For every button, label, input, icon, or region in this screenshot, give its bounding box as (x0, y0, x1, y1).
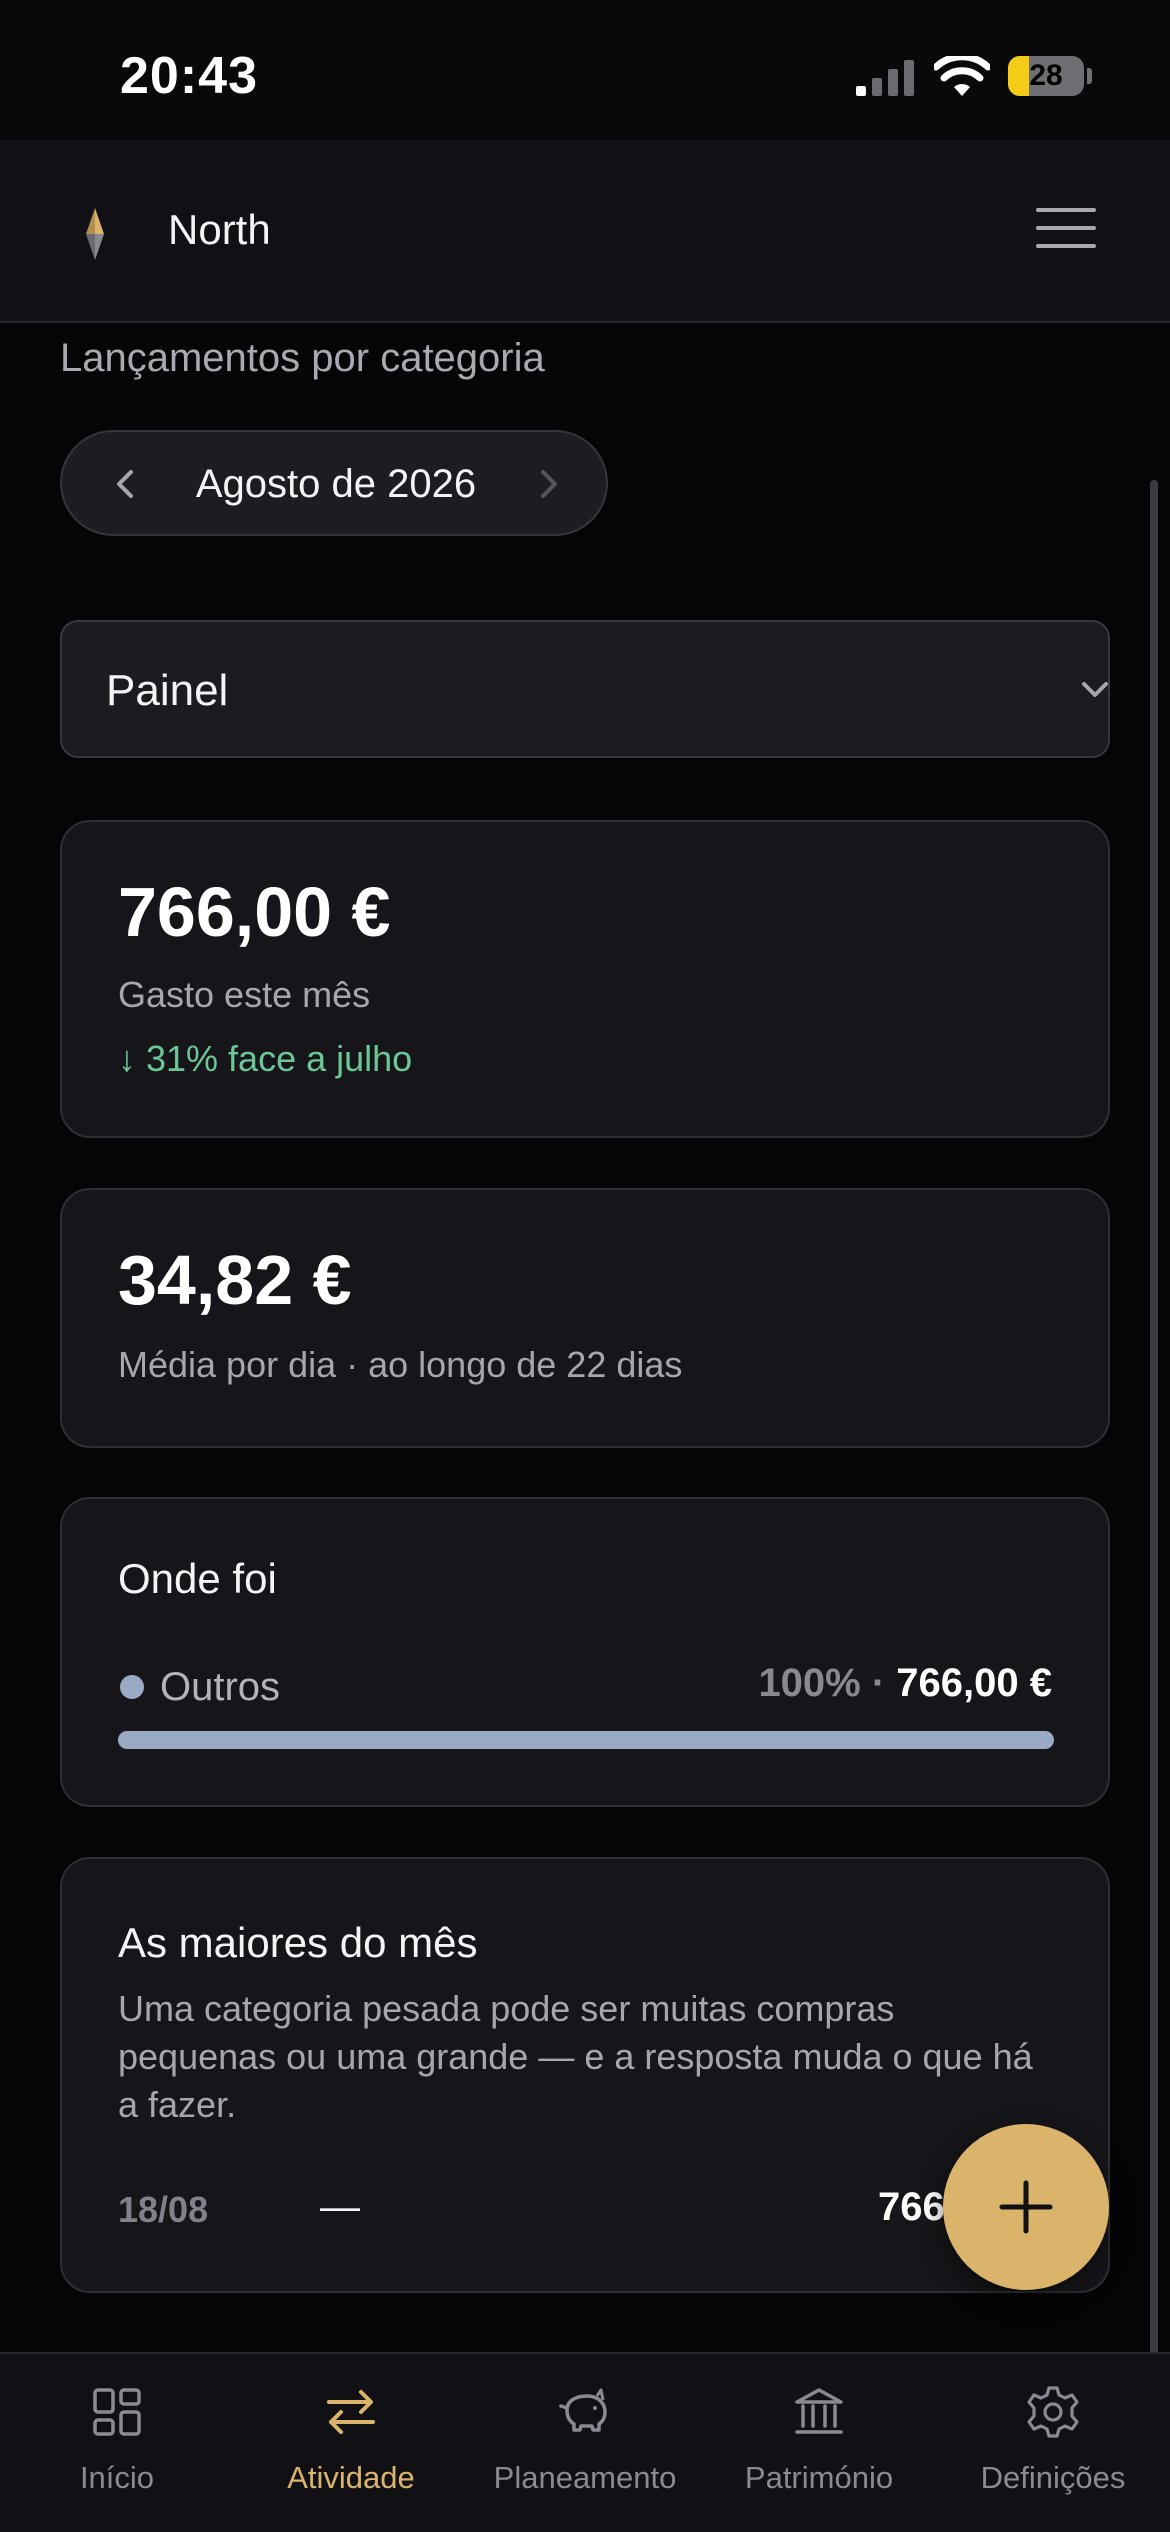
spent-trend: ↓ 31% face a julho (118, 1038, 413, 1079)
top-expenses-description: Uma categoria pesada pode ser muitas com… (118, 1988, 1033, 2125)
daily-average-label: Média por dia · ao longo de 22 dias (118, 1344, 683, 1385)
tab-label: Definições (980, 2460, 1126, 2495)
category-name: Outros (160, 1665, 281, 1709)
transaction-description: — (320, 2185, 360, 2229)
menu-button[interactable] (1036, 208, 1096, 258)
status-bar: 20:43 28 (0, 0, 1170, 140)
tab-inicio[interactable]: Início (0, 2354, 234, 2532)
arrows-exchange-icon (327, 2390, 375, 2434)
category-color-dot (120, 1675, 144, 1699)
page-subtitle: Lançamentos por categoria (60, 336, 545, 380)
battery-tip (1087, 68, 1092, 84)
chevron-left-icon[interactable] (106, 464, 146, 504)
tab-label: Início (79, 2460, 155, 2495)
spent-label: Gasto este mês (118, 974, 371, 1015)
tab-planeamento[interactable]: Planeamento (468, 2354, 702, 2532)
bank-icon (795, 2388, 843, 2434)
compass-logo-icon (86, 208, 104, 260)
status-time: 20:43 (120, 47, 258, 105)
tab-bar: Início Atividade Planeamento Património … (0, 2352, 1170, 2532)
app-title: North (168, 206, 271, 253)
tab-label: Atividade (287, 2460, 415, 2495)
hamburger-icon (1036, 208, 1096, 212)
battery-indicator: 28 (1008, 56, 1084, 96)
category-value: 100% · 766,00 € (758, 1661, 1052, 1706)
month-navigator: Agosto de 2026 (60, 430, 608, 536)
plus-icon (999, 2180, 1053, 2234)
category-bar-track (118, 1731, 1054, 1749)
where-card: Onde foi Outros 100% · 766,00 € (60, 1497, 1110, 1807)
tab-atividade[interactable]: Atividade (234, 2354, 468, 2532)
view-select[interactable]: Painel (60, 620, 1110, 758)
spent-card: 766,00 € Gasto este mês ↓ 31% face a jul… (60, 820, 1110, 1138)
add-transaction-button[interactable] (943, 2124, 1109, 2290)
battery-level: 28 (1029, 59, 1063, 92)
chevron-right-icon[interactable] (528, 464, 568, 504)
spent-amount: 766,00 € (118, 873, 391, 951)
transaction-amount: 766 (878, 2185, 945, 2229)
category-amount: 766,00 € (896, 1661, 1052, 1705)
where-title: Onde foi (118, 1555, 277, 1602)
category-separator: · (860, 1661, 897, 1705)
wifi-icon (934, 56, 990, 96)
category-bar-fill (118, 1731, 1054, 1749)
tab-label: Património (744, 2460, 894, 2495)
month-label: Agosto de 2026 (195, 462, 477, 506)
tab-label: Planeamento (493, 2460, 677, 2495)
tab-definicoes[interactable]: Definições (936, 2354, 1170, 2532)
grid-icon (93, 2388, 141, 2436)
daily-average-amount: 34,82 € (118, 1241, 352, 1319)
gear-icon (1027, 2386, 1079, 2438)
scrollbar[interactable] (1150, 480, 1158, 2380)
transaction-date: 18/08 (118, 2189, 209, 2230)
tab-patrimonio[interactable]: Património (702, 2354, 936, 2532)
top-expenses-title: As maiores do mês (118, 1919, 478, 1966)
view-select-value: Painel (106, 666, 229, 715)
daily-average-card: 34,82 € Média por dia · ao longo de 22 d… (60, 1188, 1110, 1448)
chevron-down-icon (1082, 682, 1108, 697)
app-header: North (0, 140, 1170, 323)
category-percent: 100% (758, 1661, 861, 1705)
piggy-bank-icon (559, 2388, 607, 2432)
signal-icon (856, 60, 914, 96)
